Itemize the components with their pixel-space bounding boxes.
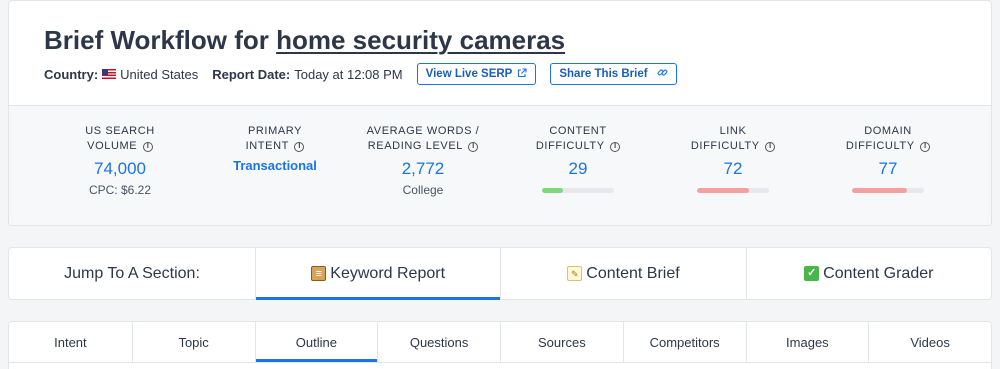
tab-label: Keyword Report (330, 264, 446, 282)
info-icon[interactable]: i (920, 142, 931, 152)
metric-label: LINK DIFFICULTY i (658, 124, 808, 154)
tab-keyword-report[interactable]: ≡ Keyword Report (255, 248, 501, 300)
metrics-band: US SEARCH VOLUME i 74,000 CPC: $6.22 PRI… (9, 105, 991, 225)
content-difficulty-value: 29 (568, 159, 588, 178)
jump-to-section-nav: Jump To A Section: ≡ Keyword Report ✎ Co… (8, 247, 992, 300)
info-icon[interactable]: i (765, 142, 776, 152)
link-difficulty-bar (697, 188, 769, 193)
metric-label: AVERAGE WORDS / READING LEVEL i (366, 125, 480, 152)
metric-label: US SEARCH VOLUME i (85, 125, 155, 152)
tab-label: Content Brief (586, 264, 680, 282)
tab-videos[interactable]: Videos (868, 322, 991, 362)
view-live-serp-label: View Live SERP (425, 68, 513, 80)
share-brief-button[interactable]: Share This Brief (550, 63, 677, 85)
link-icon (657, 67, 668, 81)
check-mark-icon: ✓ (804, 266, 820, 281)
domain-difficulty-value: 77 (878, 159, 898, 178)
view-live-serp-button[interactable]: View Live SERP (416, 63, 537, 85)
report-date-label: Report Date: (212, 66, 291, 82)
link-difficulty-value: 72 (723, 159, 743, 178)
info-icon[interactable]: i (142, 142, 153, 152)
metric-average-words: AVERAGE WORDS / READING LEVEL i 2,772 Co… (348, 124, 498, 197)
metric-content-difficulty: CONTENT DIFFICULTY i 29 (503, 124, 653, 193)
tab-questions[interactable]: Questions (377, 322, 500, 362)
tab-content-brief[interactable]: ✎ Content Brief (500, 248, 745, 299)
tab-content-grader[interactable]: ✓ Content Grader (745, 248, 991, 299)
share-brief-label: Share This Brief (559, 68, 648, 80)
difficulty-bar-fill (542, 188, 563, 193)
cpc-value: CPC: $6.22 (88, 183, 152, 197)
difficulty-bar-fill (852, 188, 908, 193)
country-value: United States (120, 66, 199, 82)
primary-intent-value: Transactional (233, 158, 317, 173)
tab-images[interactable]: Images (745, 322, 869, 362)
metric-label: CONTENT DIFFICULTY i (503, 124, 653, 154)
content-difficulty-bar (542, 188, 614, 193)
report-meta-row: Country: United States Report Date: Toda… (44, 63, 677, 85)
jump-label: Jump To A Section: (64, 264, 200, 282)
brief-header-card: Brief Workflow for home security cameras… (8, 0, 992, 226)
keyword-link[interactable]: home security cameras (276, 25, 565, 55)
tab-outline[interactable]: Outline (254, 322, 378, 362)
clipboard-icon: ≡ (311, 266, 327, 281)
country-label: Country: (44, 66, 99, 82)
metric-primary-intent: PRIMARY INTENT i Transactional (200, 124, 350, 177)
us-flag-icon (102, 69, 117, 79)
search-volume-value: 74,000 (94, 159, 146, 178)
reading-level-value: College (402, 183, 444, 197)
tab-sources[interactable]: Sources (500, 322, 623, 362)
metric-link-difficulty: LINK DIFFICULTY i 72 (658, 124, 808, 193)
memo-icon: ✎ (567, 266, 583, 281)
domain-difficulty-bar (852, 188, 924, 193)
tab-topic[interactable]: Topic (131, 322, 255, 362)
tab-label: Content Grader (823, 264, 934, 282)
page-title: Brief Workflow for home security cameras (44, 25, 565, 56)
title-prefix: Brief Workflow for (44, 25, 269, 55)
average-words-value: 2,772 (401, 159, 445, 178)
metric-domain-difficulty: DOMAIN DIFFICULTY i 77 (813, 124, 963, 193)
metric-label: DOMAIN DIFFICULTY i (813, 124, 963, 154)
tab-intent[interactable]: Intent (9, 322, 132, 362)
info-icon[interactable]: i (294, 142, 305, 152)
metric-label: PRIMARY INTENT i (200, 124, 350, 154)
difficulty-bar-fill (697, 188, 749, 193)
keyword-report-subtabs: Intent Topic Outline Questions Sources C… (8, 321, 992, 369)
info-icon[interactable]: i (610, 142, 621, 152)
report-date-value: Today at 12:08 PM (294, 66, 403, 82)
info-icon[interactable]: i (468, 142, 479, 152)
external-link-icon (517, 67, 527, 81)
metric-search-volume: US SEARCH VOLUME i 74,000 CPC: $6.22 (45, 124, 195, 197)
tab-competitors[interactable]: Competitors (622, 322, 746, 362)
